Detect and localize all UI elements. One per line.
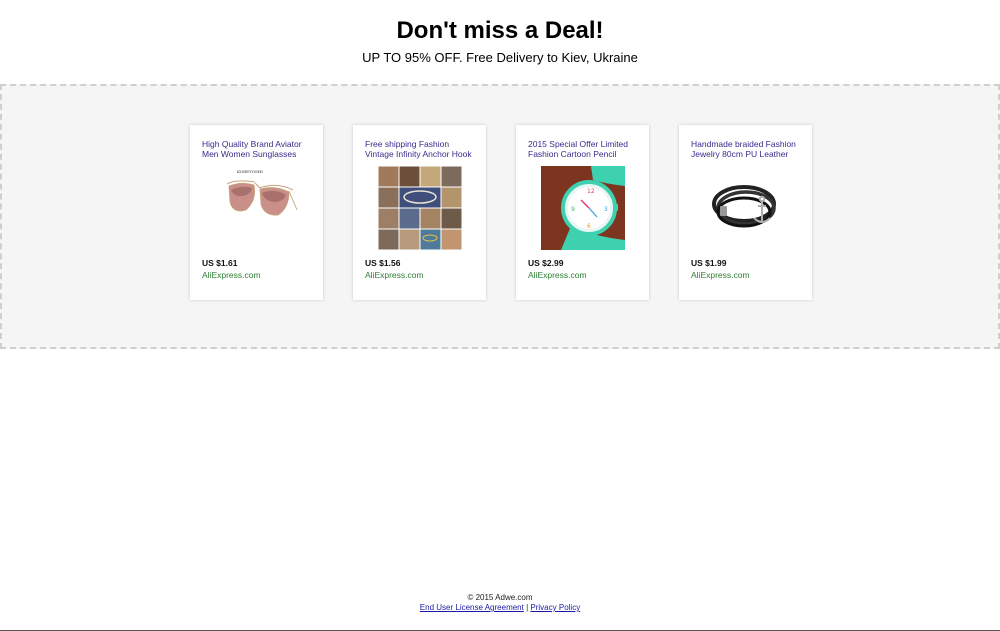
deal-cards: High Quality Brand Aviator Men Women Sun… — [190, 125, 812, 300]
header: Don't miss a Deal! UP TO 95% OFF. Free D… — [0, 0, 1000, 66]
deal-source: AliExpress.com — [691, 270, 750, 280]
eula-link[interactable]: End User License Agreement — [420, 603, 524, 612]
bracelet-collage-image[interactable] — [378, 166, 462, 250]
copyright: © 2015 Adwe.com — [467, 593, 533, 602]
deal-source: AliExpress.com — [202, 270, 261, 280]
deal-card[interactable]: 2015 Special Offer Limited Fashion Carto… — [516, 125, 649, 300]
deal-card[interactable]: Handmade braided Fashion Jewelry 80cm PU… — [679, 125, 812, 300]
svg-text:9: 9 — [571, 206, 575, 213]
deal-title-link[interactable]: 2015 Special Offer Limited Fashion Carto… — [528, 139, 638, 159]
page-subline: UP TO 95% OFF. Free Delivery to Kiev, Uk… — [362, 50, 638, 65]
deal-card[interactable]: High Quality Brand Aviator Men Women Sun… — [190, 125, 323, 300]
aviator-sunglasses-image[interactable]: KOREYOSHI — [215, 166, 299, 250]
leather-anchor-bracelet-image[interactable] — [704, 166, 788, 250]
deal-title-link[interactable]: Free shipping Fashion Vintage Infinity A… — [365, 139, 475, 159]
deal-price: US $1.61 — [202, 258, 238, 268]
deal-title-link[interactable]: High Quality Brand Aviator Men Women Sun… — [202, 139, 312, 159]
footer-separator: | — [526, 603, 529, 612]
footer: © 2015 Adwe.com End User License Agreeme… — [0, 593, 1000, 613]
privacy-policy-link[interactable]: Privacy Policy — [530, 603, 580, 612]
deal-source: AliExpress.com — [528, 270, 587, 280]
page: Don't miss a Deal! UP TO 95% OFF. Free D… — [0, 0, 1000, 631]
page-headline: Don't miss a Deal! — [396, 17, 604, 44]
svg-text:12: 12 — [587, 188, 595, 195]
footer-links: End User License Agreement | Privacy Pol… — [0, 603, 1000, 613]
brand-caption: KOREYOSHI — [237, 169, 263, 174]
svg-text:3: 3 — [604, 206, 608, 213]
cartoon-watch-image[interactable]: 12 3 6 9 — [541, 166, 625, 250]
deal-source: AliExpress.com — [365, 270, 424, 280]
deal-price: US $1.99 — [691, 258, 727, 268]
deal-price: US $1.56 — [365, 258, 401, 268]
deals-area: High Quality Brand Aviator Men Women Sun… — [0, 84, 1000, 349]
svg-text:6: 6 — [587, 223, 591, 230]
deal-card[interactable]: Free shipping Fashion Vintage Infinity A… — [353, 125, 486, 300]
deal-title-link[interactable]: Handmade braided Fashion Jewelry 80cm PU… — [691, 139, 801, 159]
deal-price: US $2.99 — [528, 258, 564, 268]
